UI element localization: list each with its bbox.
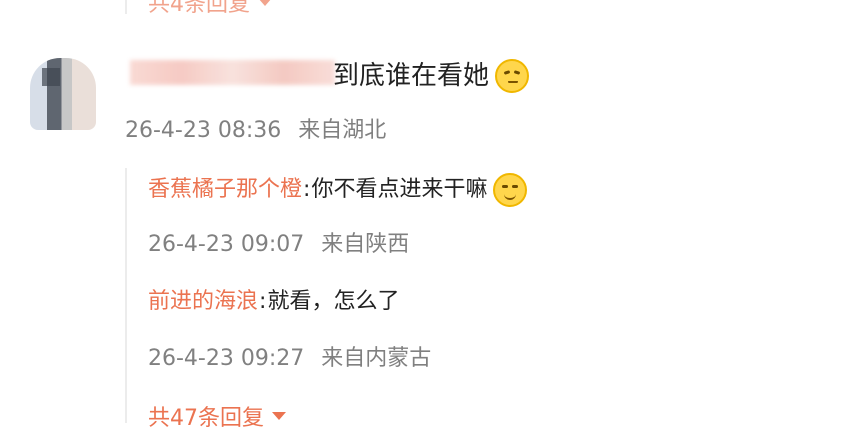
comment-meta: 26-4-23 08:36 来自湖北 — [125, 112, 386, 144]
blurred-username — [130, 60, 335, 85]
reply-2-user[interactable]: 前进的海浪 — [148, 287, 258, 317]
comment-time: 26-4-23 08:36 — [125, 118, 282, 143]
reply-2-text: 就看，怎么了 — [267, 289, 400, 314]
reply-1-location: 来自陕西 — [321, 232, 410, 257]
caret-down-icon — [258, 0, 272, 6]
caret-down-icon — [272, 412, 286, 420]
reply-1-time: 26-4-23 09:07 — [148, 232, 305, 257]
top-more-replies[interactable]: 共4条回复 — [148, 0, 272, 18]
main-comment: 到底谁在看她 — [333, 59, 530, 93]
comment-location: 来自湖北 — [298, 118, 387, 143]
reply-1-separator: : — [303, 177, 311, 202]
reply-2-location: 来自内蒙古 — [321, 346, 432, 371]
smile-face-icon — [493, 173, 528, 207]
replies-thread-line — [125, 168, 127, 423]
reply-2: 前进的海浪 : 就看，怎么了 — [148, 287, 399, 317]
reply-1: 香蕉橘子那个橙 : 你不看点进来干嘛 — [148, 173, 528, 207]
top-more-replies-label: 共4条回复 — [148, 0, 250, 17]
reply-1-meta: 26-4-23 09:07 来自陕西 — [148, 226, 409, 258]
reply-1-text: 你不看点进来干嘛 — [311, 177, 488, 202]
avatar[interactable] — [30, 58, 96, 130]
reply-1-user[interactable]: 香蕉橘子那个橙 — [148, 175, 302, 205]
thinking-face-icon — [495, 59, 530, 93]
more-replies-button[interactable]: 共47条回复 — [148, 400, 286, 432]
reply-2-time: 26-4-23 09:27 — [148, 346, 305, 371]
reply-2-separator: : — [259, 289, 267, 314]
reply-2-meta: 26-4-23 09:27 来自内蒙古 — [148, 340, 431, 372]
more-replies-label: 共47条回复 — [148, 406, 264, 431]
main-comment-text: 到底谁在看她 — [333, 61, 490, 91]
reply-thread-line-top — [125, 0, 127, 14]
